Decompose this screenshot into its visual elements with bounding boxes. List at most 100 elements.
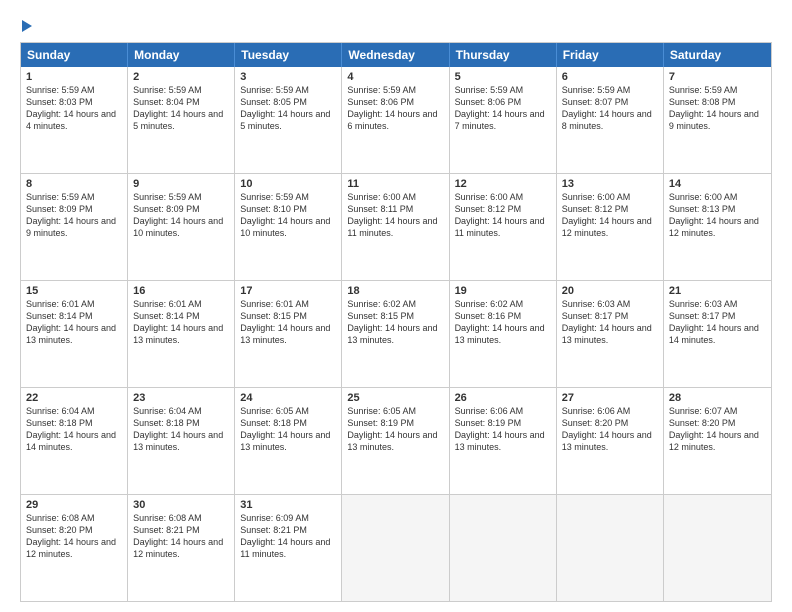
cell-info: Sunrise: 5:59 AMSunset: 8:07 PMDaylight:… — [562, 85, 652, 131]
calendar-cell — [557, 495, 664, 601]
cell-info: Sunrise: 6:00 AMSunset: 8:12 PMDaylight:… — [455, 192, 545, 238]
cell-info: Sunrise: 5:59 AMSunset: 8:06 PMDaylight:… — [347, 85, 437, 131]
cell-info: Sunrise: 6:05 AMSunset: 8:18 PMDaylight:… — [240, 406, 330, 452]
day-number: 10 — [240, 178, 336, 190]
calendar-cell: 28 Sunrise: 6:07 AMSunset: 8:20 PMDaylig… — [664, 388, 771, 494]
calendar-cell: 11 Sunrise: 6:00 AMSunset: 8:11 PMDaylig… — [342, 174, 449, 280]
calendar-cell: 10 Sunrise: 5:59 AMSunset: 8:10 PMDaylig… — [235, 174, 342, 280]
calendar-cell: 25 Sunrise: 6:05 AMSunset: 8:19 PMDaylig… — [342, 388, 449, 494]
day-number: 28 — [669, 392, 766, 404]
calendar-row: 1 Sunrise: 5:59 AMSunset: 8:03 PMDayligh… — [21, 67, 771, 173]
calendar-cell: 18 Sunrise: 6:02 AMSunset: 8:15 PMDaylig… — [342, 281, 449, 387]
calendar-cell — [342, 495, 449, 601]
calendar-cell: 29 Sunrise: 6:08 AMSunset: 8:20 PMDaylig… — [21, 495, 128, 601]
calendar-cell: 24 Sunrise: 6:05 AMSunset: 8:18 PMDaylig… — [235, 388, 342, 494]
calendar-cell: 12 Sunrise: 6:00 AMSunset: 8:12 PMDaylig… — [450, 174, 557, 280]
day-number: 19 — [455, 285, 551, 297]
calendar-cell: 27 Sunrise: 6:06 AMSunset: 8:20 PMDaylig… — [557, 388, 664, 494]
calendar-cell: 26 Sunrise: 6:06 AMSunset: 8:19 PMDaylig… — [450, 388, 557, 494]
calendar-cell: 6 Sunrise: 5:59 AMSunset: 8:07 PMDayligh… — [557, 67, 664, 173]
day-number: 2 — [133, 71, 229, 83]
cell-info: Sunrise: 6:08 AMSunset: 8:21 PMDaylight:… — [133, 513, 223, 559]
day-number: 25 — [347, 392, 443, 404]
calendar-row: 22 Sunrise: 6:04 AMSunset: 8:18 PMDaylig… — [21, 387, 771, 494]
day-number: 7 — [669, 71, 766, 83]
calendar-cell: 22 Sunrise: 6:04 AMSunset: 8:18 PMDaylig… — [21, 388, 128, 494]
cell-info: Sunrise: 5:59 AMSunset: 8:06 PMDaylight:… — [455, 85, 545, 131]
day-number: 13 — [562, 178, 658, 190]
calendar-row: 15 Sunrise: 6:01 AMSunset: 8:14 PMDaylig… — [21, 280, 771, 387]
calendar-cell: 20 Sunrise: 6:03 AMSunset: 8:17 PMDaylig… — [557, 281, 664, 387]
cell-info: Sunrise: 5:59 AMSunset: 8:09 PMDaylight:… — [26, 192, 116, 238]
calendar-header-cell: Sunday — [21, 43, 128, 67]
cell-info: Sunrise: 5:59 AMSunset: 8:09 PMDaylight:… — [133, 192, 223, 238]
day-number: 9 — [133, 178, 229, 190]
calendar-cell: 1 Sunrise: 5:59 AMSunset: 8:03 PMDayligh… — [21, 67, 128, 173]
calendar-cell: 7 Sunrise: 5:59 AMSunset: 8:08 PMDayligh… — [664, 67, 771, 173]
calendar-header: SundayMondayTuesdayWednesdayThursdayFrid… — [21, 43, 771, 67]
calendar-cell: 30 Sunrise: 6:08 AMSunset: 8:21 PMDaylig… — [128, 495, 235, 601]
cell-info: Sunrise: 6:00 AMSunset: 8:13 PMDaylight:… — [669, 192, 759, 238]
cell-info: Sunrise: 6:03 AMSunset: 8:17 PMDaylight:… — [669, 299, 759, 345]
day-number: 29 — [26, 499, 122, 511]
cell-info: Sunrise: 6:03 AMSunset: 8:17 PMDaylight:… — [562, 299, 652, 345]
day-number: 27 — [562, 392, 658, 404]
calendar-header-cell: Saturday — [664, 43, 771, 67]
day-number: 6 — [562, 71, 658, 83]
cell-info: Sunrise: 5:59 AMSunset: 8:04 PMDaylight:… — [133, 85, 223, 131]
day-number: 11 — [347, 178, 443, 190]
cell-info: Sunrise: 6:01 AMSunset: 8:15 PMDaylight:… — [240, 299, 330, 345]
cell-info: Sunrise: 6:06 AMSunset: 8:20 PMDaylight:… — [562, 406, 652, 452]
day-number: 22 — [26, 392, 122, 404]
calendar-cell: 5 Sunrise: 5:59 AMSunset: 8:06 PMDayligh… — [450, 67, 557, 173]
cell-info: Sunrise: 6:07 AMSunset: 8:20 PMDaylight:… — [669, 406, 759, 452]
calendar-cell: 13 Sunrise: 6:00 AMSunset: 8:12 PMDaylig… — [557, 174, 664, 280]
day-number: 12 — [455, 178, 551, 190]
calendar-cell: 4 Sunrise: 5:59 AMSunset: 8:06 PMDayligh… — [342, 67, 449, 173]
calendar-cell: 8 Sunrise: 5:59 AMSunset: 8:09 PMDayligh… — [21, 174, 128, 280]
cell-info: Sunrise: 6:02 AMSunset: 8:16 PMDaylight:… — [455, 299, 545, 345]
cell-info: Sunrise: 6:09 AMSunset: 8:21 PMDaylight:… — [240, 513, 330, 559]
cell-info: Sunrise: 6:00 AMSunset: 8:11 PMDaylight:… — [347, 192, 437, 238]
day-number: 23 — [133, 392, 229, 404]
calendar-cell — [664, 495, 771, 601]
cell-info: Sunrise: 6:02 AMSunset: 8:15 PMDaylight:… — [347, 299, 437, 345]
header — [20, 18, 772, 32]
day-number: 15 — [26, 285, 122, 297]
day-number: 16 — [133, 285, 229, 297]
cell-info: Sunrise: 6:05 AMSunset: 8:19 PMDaylight:… — [347, 406, 437, 452]
calendar-header-cell: Tuesday — [235, 43, 342, 67]
calendar-cell: 9 Sunrise: 5:59 AMSunset: 8:09 PMDayligh… — [128, 174, 235, 280]
day-number: 1 — [26, 71, 122, 83]
page: SundayMondayTuesdayWednesdayThursdayFrid… — [0, 0, 792, 612]
day-number: 18 — [347, 285, 443, 297]
calendar-cell: 17 Sunrise: 6:01 AMSunset: 8:15 PMDaylig… — [235, 281, 342, 387]
calendar-header-cell: Thursday — [450, 43, 557, 67]
cell-info: Sunrise: 6:08 AMSunset: 8:20 PMDaylight:… — [26, 513, 116, 559]
cell-info: Sunrise: 5:59 AMSunset: 8:03 PMDaylight:… — [26, 85, 116, 131]
calendar-cell: 2 Sunrise: 5:59 AMSunset: 8:04 PMDayligh… — [128, 67, 235, 173]
day-number: 4 — [347, 71, 443, 83]
calendar-row: 29 Sunrise: 6:08 AMSunset: 8:20 PMDaylig… — [21, 494, 771, 601]
calendar-row: 8 Sunrise: 5:59 AMSunset: 8:09 PMDayligh… — [21, 173, 771, 280]
calendar-cell: 21 Sunrise: 6:03 AMSunset: 8:17 PMDaylig… — [664, 281, 771, 387]
day-number: 21 — [669, 285, 766, 297]
day-number: 26 — [455, 392, 551, 404]
cell-info: Sunrise: 6:06 AMSunset: 8:19 PMDaylight:… — [455, 406, 545, 452]
calendar-cell: 16 Sunrise: 6:01 AMSunset: 8:14 PMDaylig… — [128, 281, 235, 387]
day-number: 14 — [669, 178, 766, 190]
calendar-cell: 19 Sunrise: 6:02 AMSunset: 8:16 PMDaylig… — [450, 281, 557, 387]
day-number: 5 — [455, 71, 551, 83]
logo-arrow-icon — [22, 20, 32, 32]
calendar: SundayMondayTuesdayWednesdayThursdayFrid… — [20, 42, 772, 602]
calendar-body: 1 Sunrise: 5:59 AMSunset: 8:03 PMDayligh… — [21, 67, 771, 601]
calendar-cell: 15 Sunrise: 6:01 AMSunset: 8:14 PMDaylig… — [21, 281, 128, 387]
day-number: 3 — [240, 71, 336, 83]
day-number: 8 — [26, 178, 122, 190]
calendar-cell: 23 Sunrise: 6:04 AMSunset: 8:18 PMDaylig… — [128, 388, 235, 494]
cell-info: Sunrise: 5:59 AMSunset: 8:08 PMDaylight:… — [669, 85, 759, 131]
day-number: 30 — [133, 499, 229, 511]
day-number: 20 — [562, 285, 658, 297]
cell-info: Sunrise: 6:01 AMSunset: 8:14 PMDaylight:… — [133, 299, 223, 345]
day-number: 31 — [240, 499, 336, 511]
